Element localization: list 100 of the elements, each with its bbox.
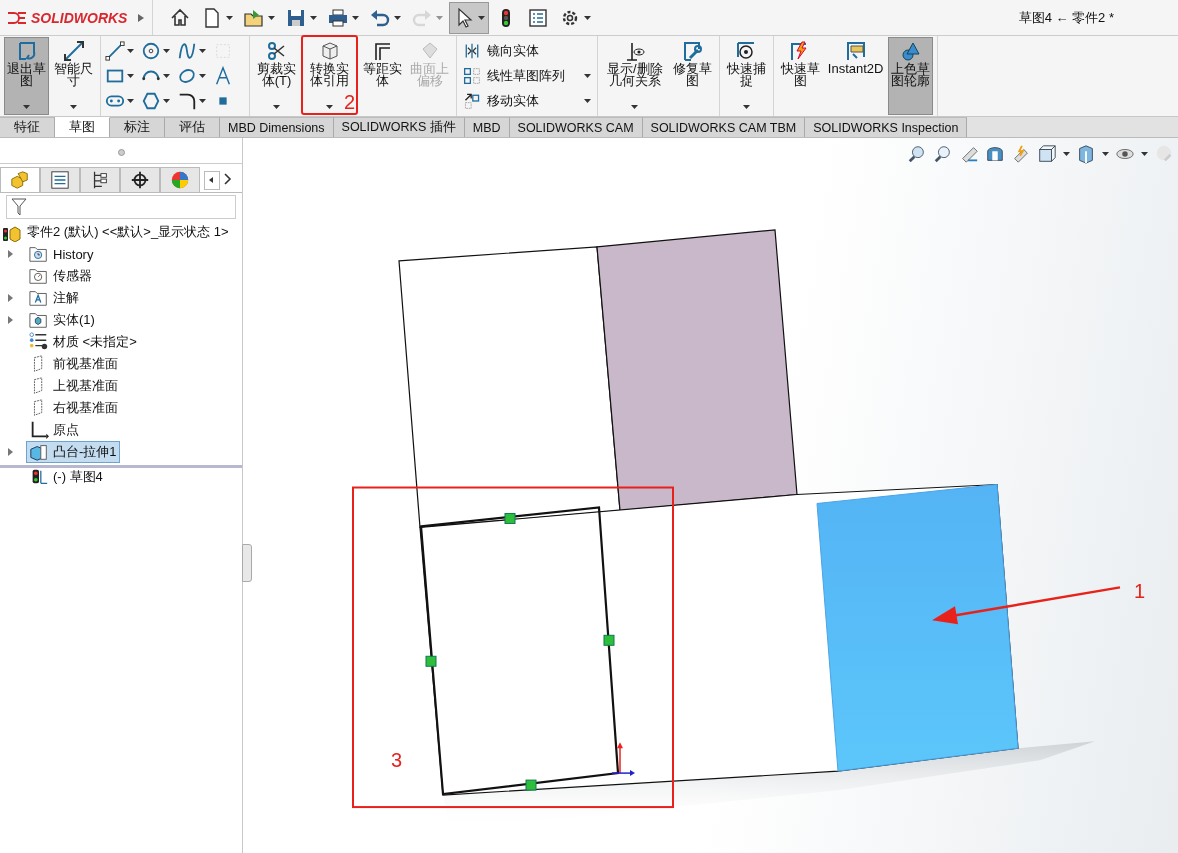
parts-icon bbox=[10, 170, 30, 190]
ribbon-button[interactable]: 快速捕捉 bbox=[723, 37, 769, 115]
caret-icon[interactable] bbox=[163, 74, 170, 78]
caret-icon[interactable] bbox=[268, 15, 275, 20]
sketch-tool[interactable] bbox=[105, 38, 137, 63]
tree-item[interactable]: 传感器 bbox=[26, 265, 95, 287]
relation-marker-icon[interactable] bbox=[504, 512, 516, 524]
history-folder-icon bbox=[29, 244, 49, 264]
caret-icon[interactable] bbox=[23, 105, 30, 109]
caret-icon[interactable] bbox=[163, 48, 170, 53]
caret-icon[interactable] bbox=[742, 105, 750, 109]
ribbon-tab[interactable]: 标注 bbox=[110, 117, 165, 137]
text-icon bbox=[213, 66, 233, 86]
annotation-view-icon[interactable] bbox=[1011, 144, 1031, 164]
model-face[interactable] bbox=[398, 246, 621, 529]
selected-face[interactable] bbox=[816, 484, 1019, 772]
tree-item[interactable]: 凸台-拉伸1 bbox=[26, 441, 120, 463]
ribbon-button[interactable]: 退出草图 bbox=[4, 37, 49, 115]
caret-icon[interactable] bbox=[1141, 152, 1148, 156]
caret-icon[interactable] bbox=[273, 105, 280, 109]
ellipse-icon bbox=[177, 66, 197, 86]
caret-icon[interactable] bbox=[394, 15, 401, 20]
ribbon-tab[interactable]: SOLIDWORKS CAM bbox=[509, 117, 643, 137]
ribbon-button[interactable]: 显示/删除几何关系 bbox=[602, 37, 668, 115]
caret-icon[interactable] bbox=[70, 105, 77, 109]
ribbon-button[interactable]: 等距实体 bbox=[360, 37, 405, 115]
polygon-icon bbox=[141, 91, 161, 112]
caret-icon[interactable] bbox=[310, 15, 317, 20]
tree-item[interactable]: 原点 bbox=[26, 419, 82, 441]
caret-icon[interactable] bbox=[631, 105, 639, 109]
ribbon-button[interactable]: 剪裁实体(T) bbox=[254, 37, 299, 115]
tree-item[interactable]: 上视基准面 bbox=[26, 375, 121, 397]
model-face[interactable] bbox=[596, 229, 798, 512]
expand-arrow-icon[interactable] bbox=[8, 316, 14, 324]
circle-icon bbox=[141, 40, 161, 61]
app-logo: SOLIDWORKS bbox=[31, 9, 128, 26]
tree-item[interactable]: History bbox=[26, 243, 97, 265]
expand-arrow-icon[interactable] bbox=[138, 13, 144, 22]
tree-item[interactable]: 右视基准面 bbox=[26, 397, 121, 419]
ribbon-command[interactable]: 移动实体 bbox=[487, 92, 539, 111]
relation-marker-icon[interactable] bbox=[425, 655, 437, 667]
ribbon-tab[interactable]: MBD Dimensions bbox=[220, 117, 334, 137]
ruler-icon bbox=[844, 40, 867, 62]
tree-item[interactable]: 材质 <未指定> bbox=[26, 331, 140, 353]
caret-icon[interactable] bbox=[127, 99, 134, 104]
relation-marker-icon[interactable] bbox=[603, 634, 615, 646]
caret-icon[interactable] bbox=[127, 74, 134, 78]
ribbon-button[interactable]: 智能尺寸 bbox=[51, 37, 96, 115]
ribbon-button[interactable]: 上色草图轮廓 bbox=[888, 37, 934, 115]
ribbon-tab[interactable]: 特征 bbox=[0, 117, 55, 137]
zoom-fit-icon[interactable] bbox=[907, 144, 927, 164]
ribbon-tab[interactable]: SOLIDWORKS 插件 bbox=[333, 117, 465, 137]
expand-arrow-icon[interactable] bbox=[8, 294, 14, 302]
ribbon-tab[interactable]: MBD bbox=[464, 117, 510, 137]
ribbon-button[interactable]: Instant2D bbox=[824, 37, 887, 115]
tree-item[interactable]: 实体(1) bbox=[26, 309, 98, 331]
ribbon-tab[interactable]: SOLIDWORKS Inspection bbox=[805, 117, 968, 137]
caret-icon[interactable] bbox=[199, 48, 206, 53]
filter-field[interactable] bbox=[6, 195, 236, 219]
annotation-number: 3 bbox=[391, 749, 403, 772]
grip-icon[interactable] bbox=[117, 148, 125, 156]
caret-icon[interactable] bbox=[584, 74, 591, 78]
tree-item[interactable]: 注解 bbox=[26, 287, 82, 309]
tree-item[interactable]: (-) 草图4 bbox=[26, 466, 106, 488]
caret-icon[interactable] bbox=[163, 99, 170, 104]
caret-icon[interactable] bbox=[127, 48, 134, 53]
zoom-area-icon[interactable] bbox=[933, 144, 953, 164]
display-style-icon[interactable] bbox=[1076, 144, 1096, 164]
relation-marker-icon[interactable] bbox=[525, 779, 537, 791]
expand-arrow-icon[interactable] bbox=[8, 448, 14, 456]
section-view-icon[interactable] bbox=[985, 144, 1005, 164]
color-wheel-icon bbox=[170, 170, 190, 190]
toolbar-button[interactable] bbox=[449, 1, 489, 34]
ribbon-command[interactable]: 线性草图阵列 bbox=[487, 67, 565, 85]
ribbon-tab[interactable]: SOLIDWORKS CAM TBM bbox=[642, 117, 806, 137]
tree-item[interactable]: 零件2 (默认) <<默认>_显示状态 1> bbox=[24, 222, 232, 242]
ribbon-button[interactable]: 修复草图 bbox=[669, 37, 715, 115]
caret-icon[interactable] bbox=[1102, 152, 1109, 156]
caret-icon[interactable] bbox=[1063, 152, 1070, 156]
caret-icon[interactable] bbox=[199, 99, 206, 104]
wrench-icon bbox=[681, 40, 704, 62]
logo-icon bbox=[6, 9, 28, 26]
caret-icon[interactable] bbox=[199, 74, 206, 78]
ribbon-button[interactable]: 快速草图 bbox=[777, 37, 823, 115]
tree-item[interactable]: 前视基准面 bbox=[26, 353, 121, 375]
extrude-feature-icon bbox=[29, 442, 49, 462]
caret-icon[interactable] bbox=[584, 99, 591, 104]
crosshair-icon bbox=[130, 170, 150, 190]
caret-icon[interactable] bbox=[584, 15, 591, 20]
caret-icon[interactable] bbox=[226, 15, 233, 20]
caret-icon[interactable] bbox=[478, 15, 485, 20]
panel-tab[interactable] bbox=[120, 167, 160, 192]
panel-tab[interactable] bbox=[80, 167, 120, 192]
caret-icon[interactable] bbox=[352, 15, 359, 20]
caret-icon[interactable] bbox=[326, 105, 333, 109]
view-orientation-icon[interactable] bbox=[1037, 144, 1057, 164]
ribbon-tab[interactable]: 评估 bbox=[165, 117, 220, 137]
expand-arrow-icon[interactable] bbox=[8, 250, 14, 258]
ribbon-command[interactable]: 镜向实体 bbox=[487, 41, 539, 60]
ribbon-tab[interactable]: 草图 bbox=[55, 117, 110, 137]
